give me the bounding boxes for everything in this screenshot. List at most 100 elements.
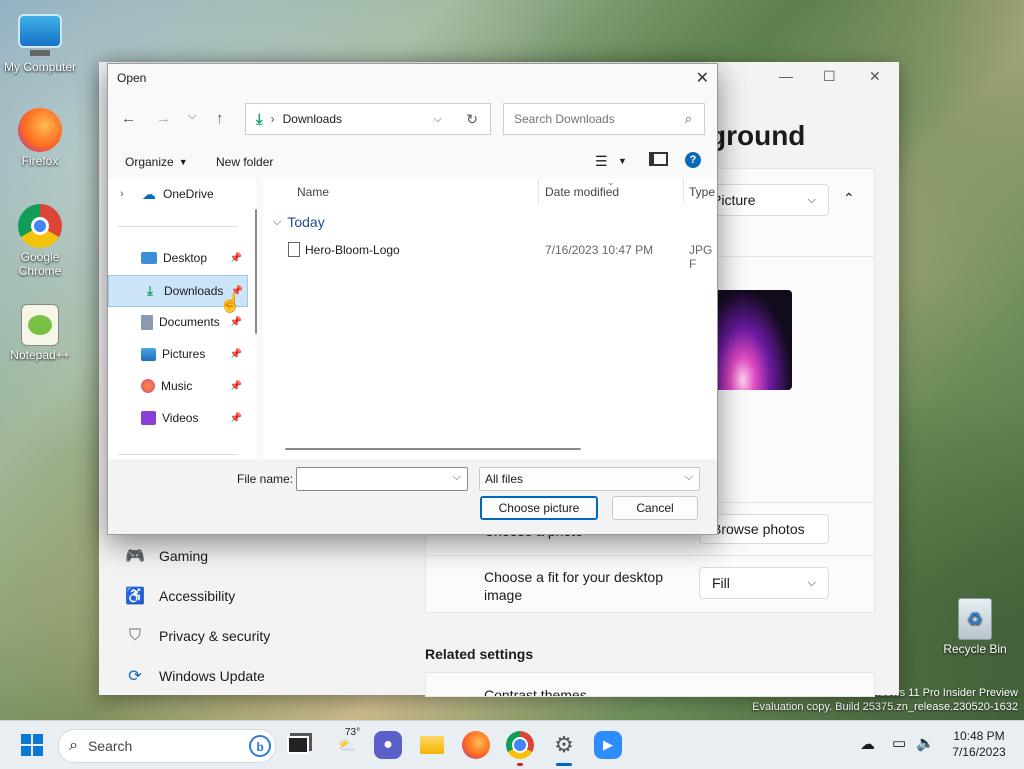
caret-down-icon[interactable]: ▼: [618, 156, 627, 166]
file-type-select[interactable]: All files ⌵: [479, 467, 700, 491]
column-header-date-modified[interactable]: Date modified: [545, 185, 619, 199]
chevron-up-icon[interactable]: ⌃: [843, 190, 855, 207]
firefox-icon[interactable]: [462, 731, 490, 759]
pin-icon[interactable]: 📌: [230, 253, 242, 264]
search-input[interactable]: [512, 111, 676, 127]
help-icon[interactable]: ?: [685, 152, 701, 168]
nav-item-label: Desktop: [163, 251, 208, 265]
desktop-icon-label: Google Chrome: [18, 250, 62, 278]
nav-item-privacy-security[interactable]: ⛉ Privacy & security: [125, 626, 270, 646]
task-view-icon[interactable]: [284, 731, 312, 759]
nav-label: Accessibility: [159, 588, 236, 604]
fit-select[interactable]: Fill ⌵: [699, 567, 829, 599]
choose-picture-button[interactable]: Choose picture: [480, 496, 598, 520]
search-box[interactable]: ⌕: [503, 103, 705, 135]
preview-pane-icon[interactable]: [649, 152, 668, 166]
chrome-icon[interactable]: [506, 731, 534, 759]
nav-item-windows-update[interactable]: ⟳ Windows Update: [125, 666, 265, 686]
display-icon[interactable]: ▭: [892, 734, 906, 752]
start-button[interactable]: [18, 731, 46, 759]
back-arrow-icon[interactable]: ←: [121, 110, 136, 127]
nav-item-pictures[interactable]: Pictures 📌: [108, 339, 246, 369]
clock[interactable]: 10:48 PM 7/16/2023: [946, 728, 1012, 760]
horizontal-scrollbar[interactable]: [285, 448, 581, 450]
shield-icon: ⛉: [128, 627, 141, 644]
nav-item-gaming[interactable]: 🎮 Gaming: [125, 546, 208, 566]
accessibility-icon: ♿: [125, 588, 145, 605]
chrome-icon: [18, 204, 62, 248]
nav-item-label: Music: [161, 379, 193, 393]
desktop-icon-my-computer[interactable]: My Computer: [0, 10, 80, 74]
group-label: Today: [287, 214, 325, 230]
taskbar-search-box[interactable]: ⌕ Search b: [58, 729, 276, 763]
new-folder-label: New folder: [216, 155, 274, 169]
hand-cursor-icon: ☝: [219, 293, 242, 313]
weather-widget[interactable]: ⛅ 73°: [333, 727, 361, 759]
pin-icon[interactable]: 📌: [230, 317, 242, 328]
organize-button[interactable]: Organize ▼: [125, 155, 188, 169]
image-file-icon: [288, 242, 300, 257]
recent-locations-chevron-icon[interactable]: ⌵: [188, 110, 196, 123]
pin-icon[interactable]: 📌: [230, 413, 242, 424]
file-name-input[interactable]: [301, 471, 445, 487]
wallpaper-preview-thumbnail: [710, 290, 792, 390]
nav-item-accessibility[interactable]: ♿ Accessibility: [125, 586, 235, 606]
chat-icon[interactable]: ●: [374, 731, 402, 759]
expand-chevron-icon[interactable]: ›: [120, 188, 124, 200]
maximize-icon[interactable]: ☐: [823, 68, 836, 85]
desktop-icon-firefox[interactable]: Firefox: [0, 108, 80, 168]
close-icon[interactable]: ✕: [869, 68, 881, 85]
file-explorer-icon[interactable]: [418, 731, 446, 759]
group-header-today[interactable]: ⌵ Today: [273, 214, 325, 230]
cancel-button[interactable]: Cancel: [612, 496, 698, 520]
column-header-type[interactable]: Type: [689, 185, 715, 199]
settings-gear-icon[interactable]: ⚙: [550, 731, 578, 759]
column-separator[interactable]: [683, 179, 684, 203]
clock-time: 10:48 PM: [953, 729, 1005, 743]
nav-item-desktop[interactable]: Desktop 📌: [108, 243, 246, 273]
open-dialog: Open ✕ ← → ⌵ ↑ ⤓ › Downloads ⌵ ↻ ⌕ Organ…: [107, 63, 718, 535]
file-name-combobox[interactable]: ⌵: [296, 467, 468, 491]
file-date: 7/16/2023 10:47 PM: [545, 243, 654, 257]
browse-photos-button[interactable]: Browse photos: [699, 514, 829, 544]
breadcrumb-current-folder[interactable]: Downloads: [283, 112, 342, 126]
chevron-down-icon[interactable]: ⌵: [434, 113, 442, 126]
notepad-plus-plus-icon: [21, 304, 59, 346]
minimize-icon[interactable]: —: [779, 68, 793, 84]
column-header-name[interactable]: Name: [297, 185, 537, 199]
address-bar[interactable]: ⤓ › Downloads ⌵ ↻: [245, 103, 491, 135]
firefox-icon: [18, 108, 62, 152]
desktop-icon-recycle-bin[interactable]: ♻ Recycle Bin: [935, 598, 1015, 656]
refresh-icon[interactable]: ↻: [466, 111, 478, 128]
nav-pane-scrollbar[interactable]: [255, 209, 257, 334]
desktop-icon-google-chrome[interactable]: Google Chrome: [0, 204, 80, 278]
forward-arrow-icon[interactable]: →: [156, 110, 171, 127]
search-icon: ⌕: [69, 737, 78, 754]
chevron-down-icon[interactable]: ⌵: [453, 471, 461, 484]
background-type-select[interactable]: Picture ⌵: [699, 184, 829, 216]
pin-icon[interactable]: 📌: [230, 349, 242, 360]
column-separator[interactable]: [538, 179, 539, 203]
network-icon[interactable]: ☁: [860, 735, 875, 753]
nav-item-videos[interactable]: Videos 📌: [108, 403, 246, 433]
up-arrow-icon[interactable]: ↑: [216, 110, 224, 127]
nav-item-music[interactable]: Music 📌: [108, 371, 246, 401]
taskbar: ⌕ Search b ⛅ 73° ● ⚙ ▶ ☁ ▭ 🔈 10:48 PM 7/…: [0, 720, 1024, 769]
dialog-title: Open: [117, 71, 147, 85]
music-icon: [141, 379, 155, 393]
nav-item-onedrive[interactable]: › ☁ OneDrive: [108, 179, 246, 209]
close-icon[interactable]: ✕: [696, 68, 709, 88]
pin-icon[interactable]: 📌: [230, 381, 242, 392]
new-folder-button[interactable]: New folder: [216, 155, 273, 169]
windows-logo-icon: [21, 734, 43, 756]
chevron-down-icon: ⌵: [684, 471, 693, 483]
zoom-icon[interactable]: ▶: [594, 731, 622, 759]
file-row[interactable]: Hero-Bloom-Logo 7/16/2023 10:47 PM JPG F: [263, 239, 717, 271]
view-options-icon[interactable]: ☰: [595, 153, 608, 170]
weather-icon: ⛅: [338, 736, 356, 753]
volume-icon[interactable]: 🔈: [916, 734, 935, 752]
contrast-themes-row[interactable]: Contrast themes: [425, 672, 875, 697]
windows-update-icon: ⟳: [128, 668, 142, 685]
bing-icon[interactable]: b: [249, 735, 271, 757]
desktop-icon-notepad-plus-plus[interactable]: Notepad++: [0, 304, 80, 362]
